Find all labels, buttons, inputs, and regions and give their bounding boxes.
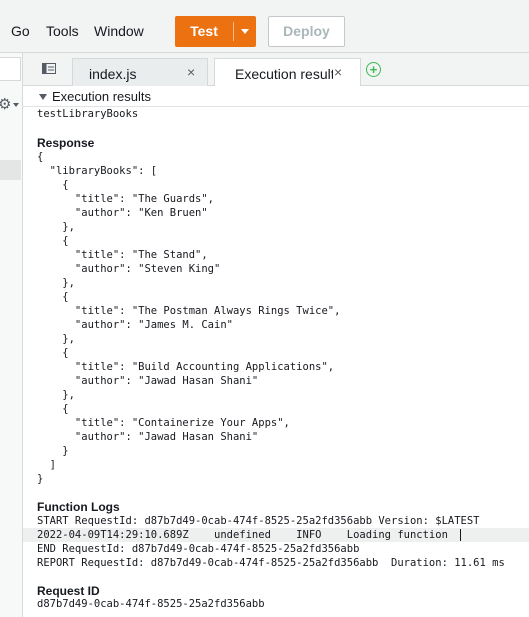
divider <box>23 106 529 107</box>
response-line: { <box>37 347 69 359</box>
response-line: "author": "Ken Bruen" <box>37 207 208 219</box>
log-line: END RequestId: d87b7d49-0cab-474f-8525-2… <box>37 543 360 555</box>
response-line: "author": "Jawad Hasan Shani" <box>37 375 259 387</box>
response-line: }, <box>37 389 75 401</box>
response-line: } <box>37 473 44 485</box>
response-line: ] <box>37 459 56 471</box>
left-panel-selected-item[interactable] <box>0 160 21 180</box>
response-line: "author": "James M. Cain" <box>37 319 233 331</box>
triangle-down-icon[interactable] <box>39 93 47 100</box>
response-line: } <box>37 445 69 457</box>
log-line: REPORT RequestId: d87b7d49-0cab-474f-852… <box>37 557 505 569</box>
tab-label: index.js <box>89 66 137 82</box>
response-line: "author": "Jawad Hasan Shani" <box>37 431 259 443</box>
function-logs-title: Function Logs <box>37 500 120 514</box>
gear-icon[interactable]: ⚙ <box>0 95 11 113</box>
response-line: "title": "The Stand", <box>37 249 208 261</box>
menu-window[interactable]: Window <box>94 23 144 39</box>
response-line: "title": "Containerize Your Apps", <box>37 417 290 429</box>
response-line: "libraryBooks": [ <box>37 165 158 177</box>
response-line: { <box>37 151 44 163</box>
request-id-value: d87b7d49-0cab-474f-8525-25a2fd356abb <box>37 598 265 610</box>
execution-results-title: Execution results <box>52 89 151 104</box>
deploy-button[interactable]: Deploy <box>268 16 345 47</box>
text-cursor <box>460 529 461 541</box>
plus-circle-icon[interactable]: + <box>366 62 381 77</box>
response-title: Response <box>37 136 95 150</box>
response-line: { <box>37 403 69 415</box>
log-line: START RequestId: d87b7d49-0cab-474f-8525… <box>37 515 480 527</box>
left-search-input[interactable] <box>0 57 21 81</box>
top-menu-bar: Go Tools Window Test Deploy <box>0 0 529 53</box>
left-panel <box>0 53 23 617</box>
close-icon[interactable]: × <box>334 64 342 80</box>
response-line: { <box>37 291 69 303</box>
response-line: { <box>37 235 69 247</box>
execution-results-header[interactable]: Execution results <box>39 89 151 104</box>
menu-go[interactable]: Go <box>11 23 30 39</box>
response-line: "title": "Build Accounting Applications"… <box>37 361 335 373</box>
tab-label: Execution results <box>235 66 333 82</box>
request-id-title: Request ID <box>37 584 100 598</box>
test-button[interactable]: Test <box>175 16 256 47</box>
response-line: { <box>37 179 69 191</box>
response-line: }, <box>37 277 75 289</box>
response-line: "author": "Steven King" <box>37 263 221 275</box>
response-line: }, <box>37 333 75 345</box>
function-logs: START RequestId: d87b7d49-0cab-474f-8525… <box>37 514 505 570</box>
test-button-divider <box>233 22 234 41</box>
tab-index-js[interactable]: index.js × <box>72 58 208 87</box>
log-line: 2022-04-09T14:29:10.689Z undefined INFO … <box>37 529 448 541</box>
tab-execution-results[interactable]: Execution results × <box>214 58 361 87</box>
response-line: }, <box>37 221 75 233</box>
menu-tools[interactable]: Tools <box>46 23 79 39</box>
test-event-name: testLibraryBooks <box>37 108 139 120</box>
response-line: "title": "The Postman Always Rings Twice… <box>37 305 341 317</box>
response-line: "title": "The Guards", <box>37 193 215 205</box>
tab-list-icon[interactable] <box>42 63 56 74</box>
chevron-down-icon[interactable] <box>241 29 249 34</box>
chevron-down-icon[interactable] <box>13 103 19 107</box>
test-button-label[interactable]: Test <box>175 16 233 47</box>
close-icon[interactable]: × <box>187 64 195 80</box>
response-body: { "libraryBooks": [ { "title": "The Guar… <box>37 150 340 486</box>
